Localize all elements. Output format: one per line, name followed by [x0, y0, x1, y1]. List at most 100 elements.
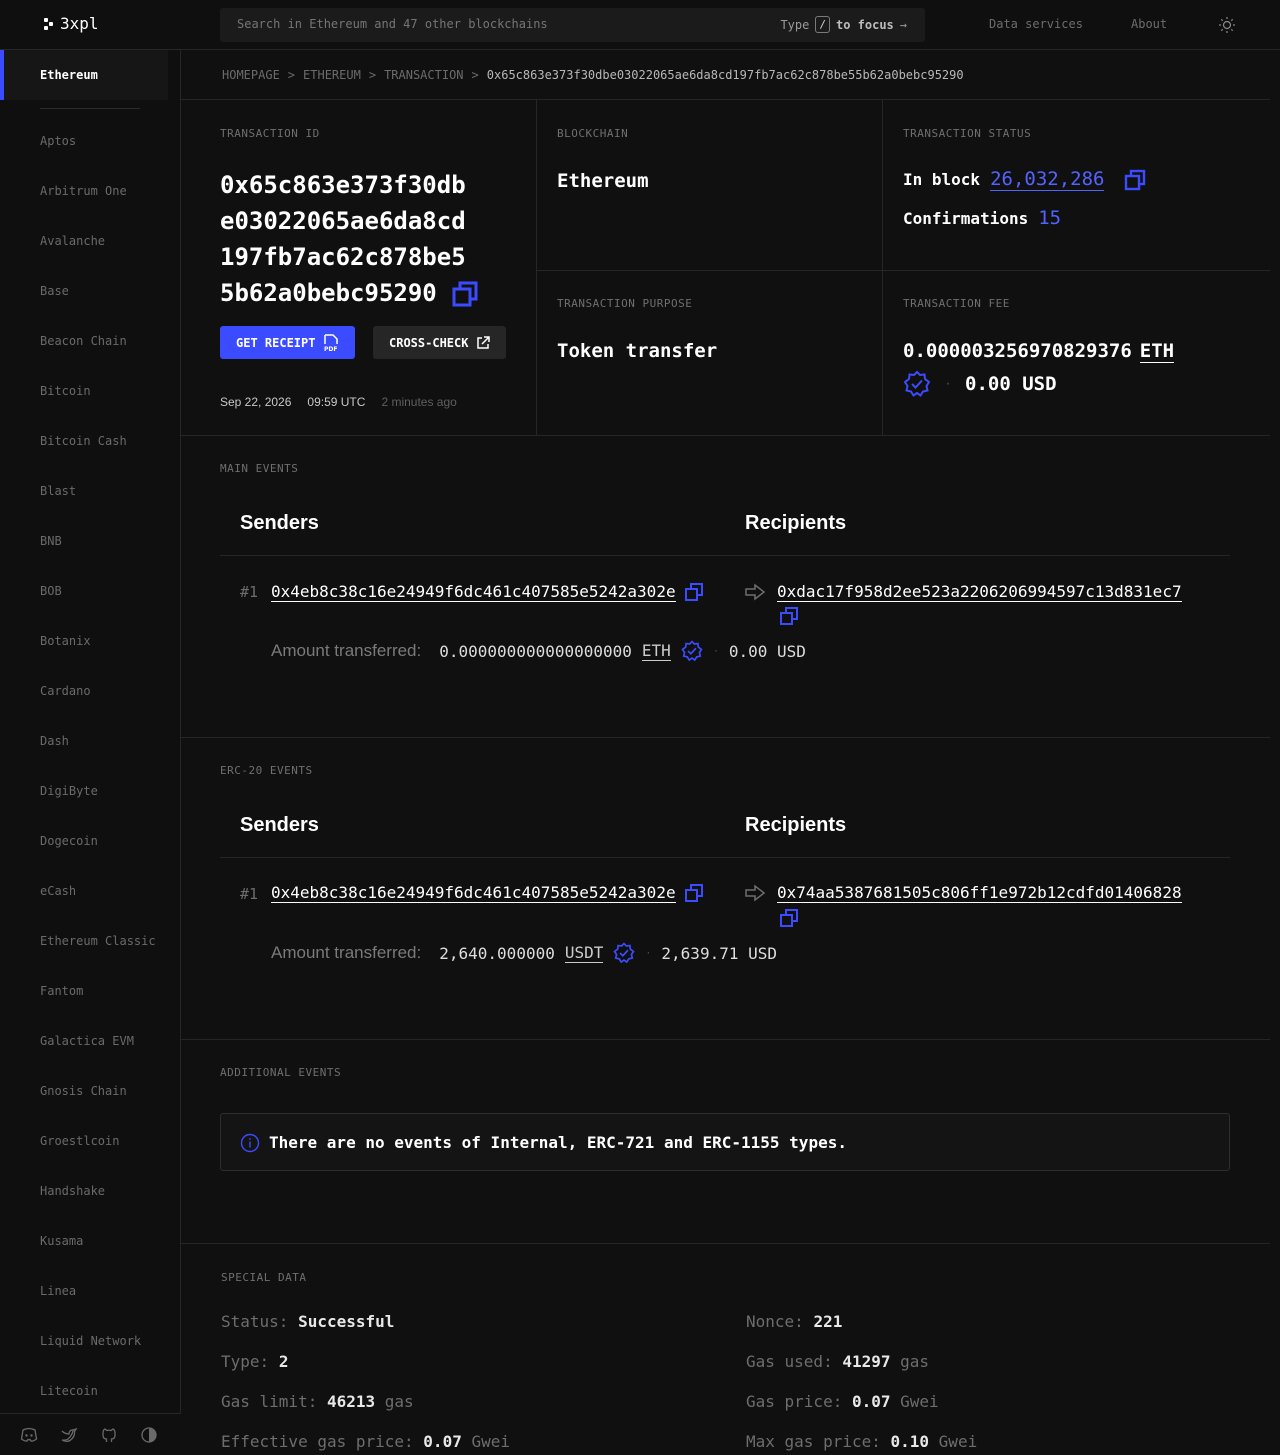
special-unit: gas: [384, 1392, 414, 1411]
tx-id: 0x65c863e373f30db e03022065ae6da8cd 197f…: [220, 167, 520, 311]
senders-heading: Senders: [240, 512, 319, 534]
divider: [181, 737, 1270, 738]
get-receipt-button[interactable]: GET RECEIPT PDF: [220, 326, 356, 359]
sidebar-item-blast[interactable]: Blast: [0, 475, 168, 525]
github-icon[interactable]: [100, 1426, 118, 1444]
breadcrumb-sep: >: [368, 68, 377, 82]
copy-icon[interactable]: [1124, 169, 1146, 191]
special-data-label: SPECIAL DATA: [221, 1271, 307, 1284]
in-block-row: In block 26,032,286: [903, 168, 1146, 191]
search-input[interactable]: [237, 17, 717, 31]
recipient-address[interactable]: 0x74aa5387681505c806ff1e972b12cdfd014068…: [777, 884, 1182, 903]
arrow-right-icon: [745, 884, 766, 902]
special-value: 0.07: [423, 1432, 462, 1451]
tx-id-label: TRANSACTION ID: [220, 127, 320, 140]
amount-unit[interactable]: ETH: [641, 641, 671, 661]
tx-id-line: 5b62a0bebc95290: [220, 279, 437, 307]
amount-value: 2,640.000000: [439, 943, 555, 963]
sidebar-item-linea[interactable]: Linea: [0, 1275, 168, 1325]
breadcrumb-chain[interactable]: ETHEREUM: [303, 68, 361, 82]
nav-data-services[interactable]: Data services: [989, 17, 1083, 31]
sidebar-item-aptos[interactable]: Aptos: [0, 125, 168, 175]
copy-icon[interactable]: [779, 908, 799, 928]
sidebar-item-cardano[interactable]: Cardano: [0, 675, 168, 725]
sidebar-item-ecash[interactable]: eCash: [0, 875, 168, 925]
amount-usd: 2,639.71 USD: [661, 943, 777, 963]
copy-icon[interactable]: [684, 582, 704, 602]
contrast-icon[interactable]: [140, 1426, 158, 1444]
blockchain-value[interactable]: Ethereum: [557, 170, 649, 192]
copy-icon[interactable]: [451, 280, 479, 308]
sidebar-item-gnosis-chain[interactable]: Gnosis Chain: [0, 1075, 168, 1125]
special-gas-used: Gas used: 41297 gas: [746, 1352, 929, 1371]
verified-icon: [613, 942, 635, 964]
special-effective-gas-price: Effective gas price: 0.07 Gwei: [221, 1432, 510, 1451]
amount-unit[interactable]: USDT: [564, 943, 604, 963]
sidebar-item-bnb[interactable]: BNB: [0, 525, 168, 575]
divider: [181, 99, 1270, 100]
discord-icon[interactable]: [20, 1426, 38, 1444]
sidebar-divider: [40, 108, 140, 109]
sidebar-item-beacon-chain[interactable]: Beacon Chain: [0, 325, 168, 375]
copy-icon[interactable]: [684, 883, 704, 903]
hint-type: Type: [780, 17, 810, 32]
recipient-address[interactable]: 0xdac17f958d2ee523a2206206994597c13d831e…: [777, 583, 1182, 602]
senders-heading: Senders: [240, 814, 319, 836]
sidebar-item-bitcoin[interactable]: Bitcoin: [0, 375, 168, 425]
special-value: 46213: [326, 1392, 376, 1411]
search-box[interactable]: Type / to focus →: [220, 8, 925, 42]
twitter-icon[interactable]: [60, 1426, 78, 1444]
divider: [181, 1039, 1270, 1040]
divider: [181, 1243, 1270, 1244]
sidebar-item-galactica-evm[interactable]: Galactica EVM: [0, 1025, 168, 1075]
divider: [536, 270, 1270, 271]
sidebar-item-dogecoin[interactable]: Dogecoin: [0, 825, 168, 875]
tx-time: 09:59 UTC: [307, 395, 366, 409]
recipients-heading: Recipients: [745, 512, 847, 534]
breadcrumb-transaction[interactable]: TRANSACTION: [384, 68, 463, 82]
sidebar-list: Aptos Arbitrum One Avalanche Base Beacon Cha…: [0, 125, 168, 1425]
breadcrumb-home[interactable]: HOMEPAGE: [222, 68, 280, 82]
special-key: Status:: [221, 1312, 289, 1331]
sidebar-item-handshake[interactable]: Handshake: [0, 1175, 168, 1225]
sidebar-item-ethereum-classic[interactable]: Ethereum Classic: [0, 925, 168, 975]
fee-usd-row: · 0.00 USD: [903, 370, 1057, 398]
sidebar-item-groestlcoin[interactable]: Groestlcoin: [0, 1125, 168, 1175]
sidebar-item-avalanche[interactable]: Avalanche: [0, 225, 168, 275]
special-value: 0.07: [851, 1392, 891, 1411]
logo[interactable]: 3xpl: [44, 14, 99, 33]
sidebar-item-ethereum[interactable]: Ethereum: [0, 50, 168, 100]
sidebar-item-digibyte[interactable]: DigiByte: [0, 775, 168, 825]
sidebar-item-botanix[interactable]: Botanix: [0, 625, 168, 675]
sidebar-item-bitcoin-cash[interactable]: Bitcoin Cash: [0, 425, 168, 475]
sender-address[interactable]: 0x4eb8c38c16e24949f6dc461c407585e5242a30…: [271, 583, 676, 602]
special-max-gas-price: Max gas price: 0.10 Gwei: [746, 1432, 977, 1451]
tx-timestamp: Sep 22, 2026 09:59 UTC 2 minutes ago: [220, 395, 457, 409]
block-link[interactable]: 26,032,286: [990, 168, 1105, 191]
confirmations-label: Confirmations: [903, 208, 1029, 228]
copy-icon[interactable]: [779, 606, 799, 626]
nav-about[interactable]: About: [1131, 17, 1167, 31]
amount-value: 0.000000000000000000: [439, 641, 632, 661]
sidebar-item-kusama[interactable]: Kusama: [0, 1225, 168, 1275]
sidebar-item-arbitrum-one[interactable]: Arbitrum One: [0, 175, 168, 225]
sidebar-item-fantom[interactable]: Fantom: [0, 975, 168, 1025]
special-unit: gas: [900, 1352, 930, 1371]
sidebar-item-bob[interactable]: BOB: [0, 575, 168, 625]
breadcrumb: HOMEPAGE > ETHEREUM > TRANSACTION > 0x65c86…: [222, 68, 964, 82]
tx-id-line: 197fb7ac62c878be5: [220, 243, 466, 271]
external-link-icon: [477, 335, 491, 349]
cross-check-button[interactable]: CROSS-CHECK: [373, 326, 507, 359]
fee-unit[interactable]: ETH: [1139, 340, 1175, 363]
recipients-heading: Recipients: [745, 814, 847, 836]
divider: [181, 435, 1270, 436]
status-label: TRANSACTION STATUS: [903, 127, 1032, 140]
sidebar-item-dash[interactable]: Dash: [0, 725, 168, 775]
confirmations-value: 15: [1038, 207, 1062, 229]
sender-address[interactable]: 0x4eb8c38c16e24949f6dc461c407585e5242a30…: [271, 884, 676, 903]
sidebar-item-base[interactable]: Base: [0, 275, 168, 325]
sun-icon[interactable]: [1218, 16, 1236, 34]
special-key: Nonce:: [746, 1312, 804, 1331]
main-events-label: MAIN EVENTS: [220, 462, 299, 475]
sidebar-item-liquid-network[interactable]: Liquid Network: [0, 1325, 168, 1375]
